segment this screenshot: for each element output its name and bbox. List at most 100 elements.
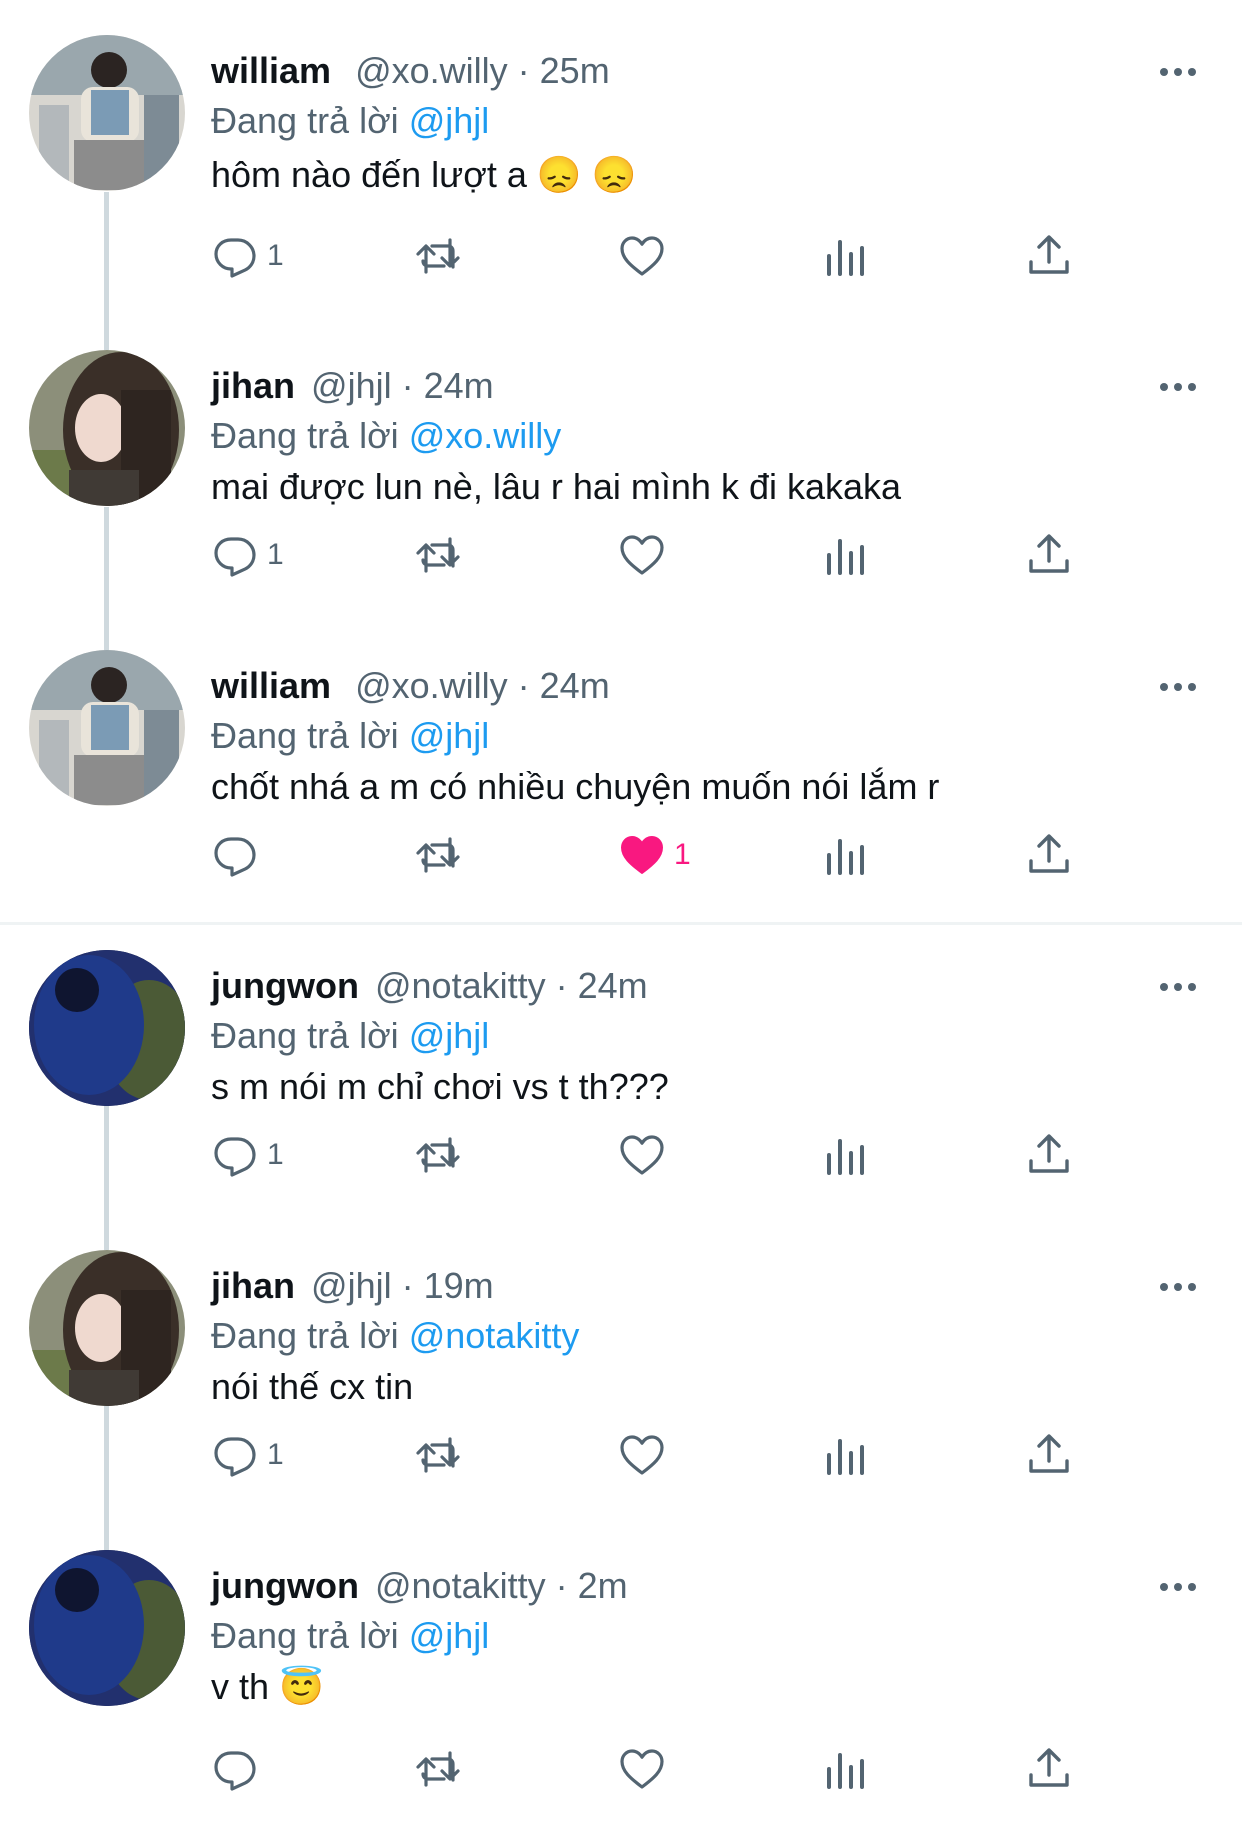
display-name[interactable]: william bbox=[211, 50, 331, 91]
share-icon bbox=[1029, 834, 1069, 873]
timestamp[interactable]: 24m bbox=[578, 965, 648, 1006]
avatar-jungwon[interactable] bbox=[29, 950, 185, 1106]
more-icon[interactable] bbox=[1158, 377, 1198, 397]
user-handle[interactable]: @jhjl bbox=[311, 1265, 392, 1306]
reply-button[interactable]: 1 bbox=[211, 1427, 284, 1483]
like-button[interactable] bbox=[618, 1127, 674, 1183]
tweet[interactable]: william @xo.willy · 25m Đang trả lời @jh… bbox=[0, 35, 1242, 350]
timestamp[interactable]: 24m bbox=[424, 365, 494, 406]
reply-prefix: Đang trả lời bbox=[211, 715, 399, 756]
views-button[interactable] bbox=[821, 1127, 869, 1183]
mention-link[interactable]: @jhjl bbox=[409, 100, 490, 141]
reply-prefix: Đang trả lời bbox=[211, 1315, 399, 1356]
reply-button[interactable]: 1 bbox=[211, 527, 284, 583]
tweet[interactable]: jungwon @notakitty · 24m Đang trả lời @j… bbox=[0, 950, 1242, 1250]
reply-icon bbox=[214, 537, 256, 577]
share-button[interactable] bbox=[1025, 1741, 1073, 1797]
share-button[interactable] bbox=[1025, 228, 1073, 284]
separator: · bbox=[401, 365, 414, 406]
share-button[interactable] bbox=[1025, 527, 1073, 583]
mention-link[interactable]: @jhjl bbox=[409, 1015, 490, 1056]
views-button[interactable] bbox=[821, 228, 869, 284]
user-handle[interactable]: @jhjl bbox=[311, 365, 392, 406]
avatar-william[interactable] bbox=[29, 650, 185, 806]
user-handle[interactable]: @notakitty bbox=[375, 1565, 546, 1606]
retweet-button[interactable] bbox=[414, 1127, 462, 1183]
mention-link[interactable]: @jhjl bbox=[409, 715, 490, 756]
mention-link[interactable]: @xo.willy bbox=[409, 415, 562, 456]
display-name[interactable]: jungwon bbox=[211, 965, 359, 1006]
tweet[interactable]: jihan @jhjl · 24m Đang trả lời @xo.willy… bbox=[0, 350, 1242, 652]
separator: · bbox=[555, 965, 568, 1006]
views-button[interactable] bbox=[821, 827, 869, 883]
user-handle[interactable]: @xo.willy bbox=[355, 50, 508, 91]
tweet[interactable]: william @xo.willy · 24m Đang trả lời @jh… bbox=[0, 650, 1242, 915]
display-name[interactable]: jihan bbox=[211, 365, 295, 406]
replying-to: Đang trả lời @notakitty bbox=[211, 1315, 579, 1357]
tweet[interactable]: jihan @jhjl · 19m Đang trả lời @notakitt… bbox=[0, 1250, 1242, 1550]
display-name[interactable]: jungwon bbox=[211, 1565, 359, 1606]
retweet-button[interactable] bbox=[414, 827, 462, 883]
retweet-icon bbox=[416, 238, 460, 274]
retweet-button[interactable] bbox=[414, 1427, 462, 1483]
user-handle[interactable]: @notakitty bbox=[375, 965, 546, 1006]
display-name[interactable]: william bbox=[211, 665, 331, 706]
tweet-text: v th 😇 bbox=[211, 1666, 324, 1707]
more-icon[interactable] bbox=[1158, 677, 1198, 697]
avatar-jihan[interactable] bbox=[29, 1250, 185, 1406]
separator: · bbox=[517, 665, 530, 706]
like-button[interactable] bbox=[618, 228, 674, 284]
share-button[interactable] bbox=[1025, 827, 1073, 883]
tweet[interactable]: jungwon @notakitty · 2m Đang trả lời @jh… bbox=[0, 1550, 1242, 1825]
share-icon bbox=[1029, 235, 1069, 274]
timestamp[interactable]: 25m bbox=[540, 50, 610, 91]
avatar-william[interactable] bbox=[29, 35, 185, 191]
views-button[interactable] bbox=[821, 527, 869, 583]
share-button[interactable] bbox=[1025, 1127, 1073, 1183]
action-bar: 1 bbox=[211, 1127, 1111, 1183]
retweet-button[interactable] bbox=[414, 527, 462, 583]
views-button[interactable] bbox=[821, 1427, 869, 1483]
reply-button[interactable] bbox=[211, 827, 267, 883]
thread-divider bbox=[0, 922, 1242, 925]
more-icon[interactable] bbox=[1158, 977, 1198, 997]
reply-button[interactable]: 1 bbox=[211, 1127, 284, 1183]
views-button[interactable] bbox=[821, 1741, 869, 1797]
like-button[interactable] bbox=[618, 1741, 674, 1797]
reply-prefix: Đang trả lời bbox=[211, 1615, 399, 1656]
heart-icon bbox=[620, 1435, 664, 1475]
thread-line bbox=[104, 1405, 109, 1550]
reply-count: 1 bbox=[267, 538, 284, 571]
action-bar bbox=[211, 1741, 1111, 1797]
avatar-jihan[interactable] bbox=[29, 350, 185, 506]
user-handle[interactable]: @xo.willy bbox=[355, 665, 508, 706]
tweet-text: s m nói m chỉ chơi vs t th??? bbox=[211, 1066, 669, 1107]
reply-icon bbox=[214, 1137, 256, 1177]
mention-link[interactable]: @notakitty bbox=[409, 1315, 580, 1356]
timestamp[interactable]: 2m bbox=[578, 1565, 628, 1606]
share-icon bbox=[1029, 1748, 1069, 1787]
more-icon[interactable] bbox=[1158, 1577, 1198, 1597]
replying-to: Đang trả lời @jhjl bbox=[211, 100, 489, 142]
reply-button[interactable]: 1 bbox=[211, 228, 284, 284]
timestamp[interactable]: 24m bbox=[540, 665, 610, 706]
separator: · bbox=[401, 1265, 414, 1306]
mention-link[interactable]: @jhjl bbox=[409, 1615, 490, 1656]
more-icon[interactable] bbox=[1158, 62, 1198, 82]
display-name[interactable]: jihan bbox=[211, 1265, 295, 1306]
tweet-text: nói thế cx tin bbox=[211, 1366, 414, 1407]
like-button[interactable]: 1 bbox=[618, 827, 691, 883]
share-button[interactable] bbox=[1025, 1427, 1073, 1483]
replying-to: Đang trả lời @jhjl bbox=[211, 1015, 489, 1057]
like-button[interactable] bbox=[618, 527, 674, 583]
reply-button[interactable] bbox=[211, 1741, 267, 1797]
retweet-icon bbox=[416, 1437, 460, 1473]
more-icon[interactable] bbox=[1158, 1277, 1198, 1297]
timestamp[interactable]: 19m bbox=[424, 1265, 494, 1306]
like-button[interactable] bbox=[618, 1427, 674, 1483]
retweet-button[interactable] bbox=[414, 228, 462, 284]
retweet-button[interactable] bbox=[414, 1741, 462, 1797]
avatar-jungwon[interactable] bbox=[29, 1550, 185, 1706]
tweet-header: jungwon @notakitty · 24m bbox=[211, 965, 648, 1007]
analytics-icon bbox=[827, 240, 864, 276]
